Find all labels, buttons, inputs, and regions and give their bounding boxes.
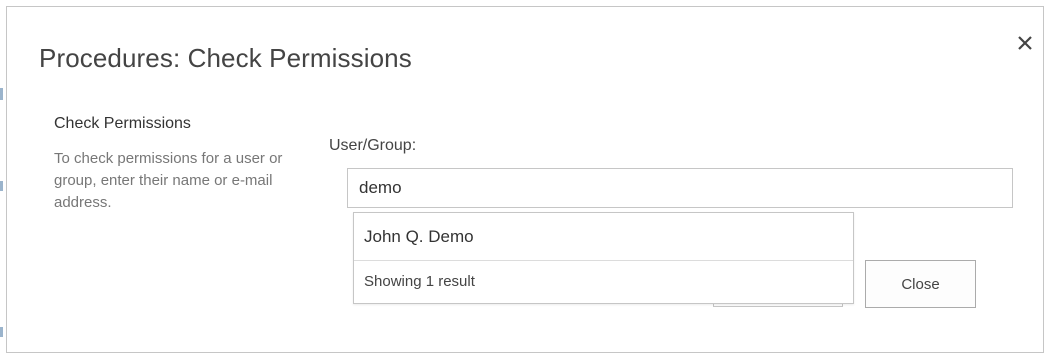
background-edge-mark: [0, 181, 3, 191]
close-icon[interactable]: [1013, 31, 1037, 55]
section-description: To check permissions for a user or group…: [54, 150, 283, 211]
section-heading: Check Permissions: [54, 115, 191, 132]
suggestion-item[interactable]: John Q. Demo: [354, 213, 853, 261]
page: Procedures: Check Permissions Check Perm…: [0, 0, 1048, 357]
user-group-input[interactable]: [347, 168, 1013, 208]
check-permissions-dialog: Procedures: Check Permissions Check Perm…: [6, 6, 1044, 353]
background-edge-mark: [0, 88, 3, 100]
close-icon-graphic: [1018, 36, 1032, 50]
dialog-title: Procedures: Check Permissions: [39, 43, 412, 73]
user-group-label: User/Group:: [329, 137, 417, 154]
people-picker-suggestions: John Q. Demo Showing 1 result: [353, 212, 854, 304]
result-count: Showing 1 result: [364, 273, 475, 290]
background-edge-mark: [0, 327, 3, 337]
close-button[interactable]: Close: [865, 260, 976, 308]
